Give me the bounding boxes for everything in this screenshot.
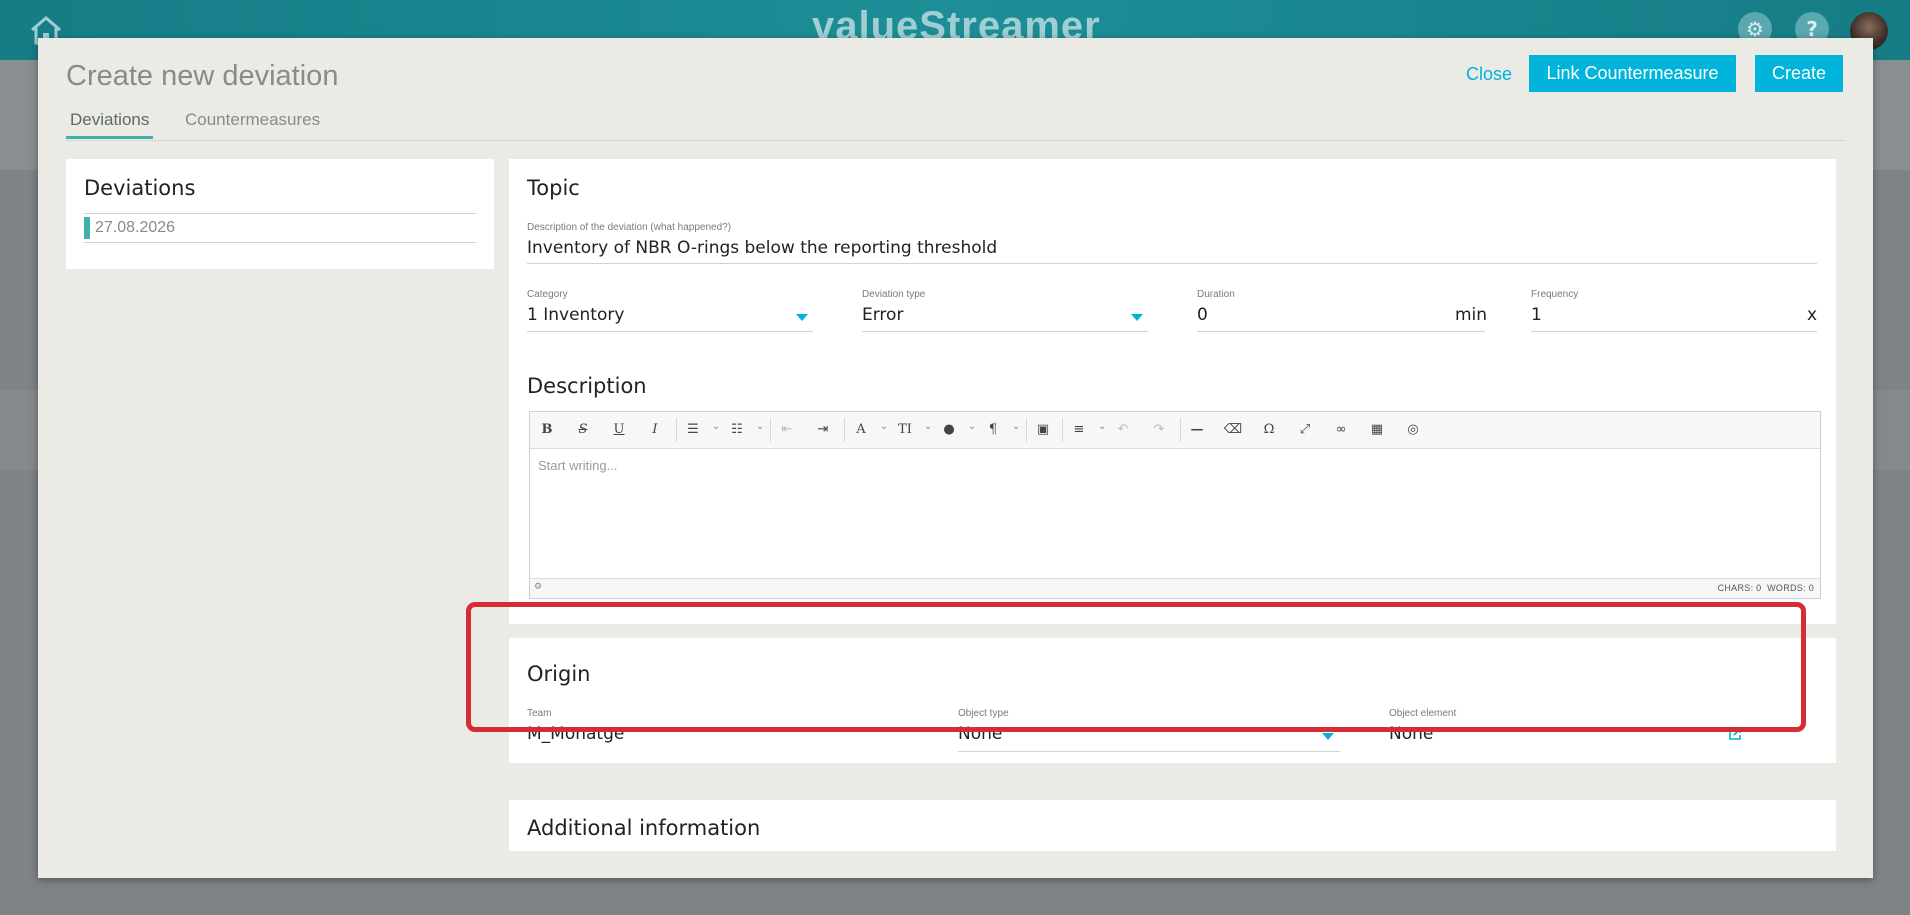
deviation-type-label: Deviation type [862,289,926,300]
chevron-down-icon[interactable]: ⌄ [924,421,932,432]
duration-input[interactable]: 0 [1197,305,1208,325]
create-deviation-dialog: Create new deviation Close Link Counterm… [38,38,1873,878]
italic-icon[interactable]: I [644,421,666,439]
frequency-input[interactable]: 1 [1531,305,1542,325]
tab-countermeasures[interactable]: Countermeasures [181,110,324,136]
toolbar-separator [844,418,845,442]
toolbar-separator [1180,418,1181,442]
input-underline [527,331,813,332]
create-button[interactable]: Create [1755,55,1843,92]
divider [84,213,476,214]
duration-label: Duration [1197,289,1235,300]
category-label: Category [527,289,568,300]
align-icon[interactable]: ≡ [1068,421,1090,439]
rich-text-editor[interactable]: B S U I ☰ ⌄ ☷ ⌄ ⇤ ⇥ A ⌄ TI ⌄ ● ⌄ ¶ ⌄ ▣ ≡… [529,411,1821,599]
editor-placeholder: Start writing... [538,458,618,473]
remove-format-icon[interactable]: ⌫ [1222,421,1244,439]
resize-icon[interactable]: ⚙ [534,582,542,592]
paragraph-icon[interactable]: ¶ [982,421,1004,439]
chevron-down-icon[interactable] [1322,733,1334,740]
bold-icon[interactable]: B [536,421,558,439]
close-button[interactable]: Close [1466,64,1512,85]
deviation-description-input[interactable]: Inventory of NBR O-rings below the repor… [527,238,1817,258]
toolbar-separator [1026,418,1027,442]
list-item[interactable]: 27.08.2026 [84,215,476,241]
fullscreen-icon[interactable]: ⤢ [1294,421,1316,439]
description-field-label: Description of the deviation (what happe… [527,222,732,233]
additional-info-card: Additional information [509,800,1836,851]
outdent-icon[interactable]: ⇤ [776,421,798,439]
topic-card: Topic Description of the deviation (what… [509,159,1836,624]
description-title: Description [527,374,647,398]
special-char-icon[interactable]: Ω [1258,421,1280,439]
divider [84,242,476,243]
font-family-icon[interactable]: A [850,421,872,439]
category-select[interactable]: 1 Inventory [527,305,624,325]
chevron-down-icon[interactable]: ⌄ [880,421,888,432]
image-icon[interactable]: ▣ [1032,421,1054,439]
tab-divider [66,140,1846,141]
chevron-down-icon[interactable]: ⌄ [1098,421,1106,432]
editor-counts: CHARS: 0 WORDS: 0 [1718,583,1814,593]
strikethrough-icon[interactable]: S [572,421,594,439]
chevron-down-icon[interactable] [1131,314,1143,321]
toolbar-separator [676,418,677,442]
font-size-icon[interactable]: TI [894,421,916,439]
input-underline [1531,331,1817,332]
frequency-unit: x [1807,305,1818,325]
dialog-title: Create new deviation [66,60,339,92]
toolbar-separator [1062,418,1063,442]
tab-deviations[interactable]: Deviations [66,110,154,139]
origin-highlight-box [466,602,1806,732]
deviations-list-title: Deviations [84,176,196,200]
chevron-down-icon[interactable]: ⌄ [712,421,720,432]
undo-icon[interactable]: ↶ [1112,421,1134,439]
duration-unit: min [1455,305,1488,325]
input-underline [527,263,1817,264]
char-count: CHARS: 0 [1717,583,1762,593]
frequency-label: Frequency [1531,289,1579,300]
table-icon[interactable]: ▦ [1366,421,1388,439]
source-icon[interactable]: ◎ [1402,421,1424,439]
bulleted-list-icon[interactable]: ☰ [682,421,704,439]
chevron-down-icon[interactable] [796,314,808,321]
font-color-icon[interactable]: ● [938,421,960,439]
list-item-date: 27.08.2026 [95,219,176,236]
selected-indicator [84,217,90,239]
input-underline [1197,331,1485,332]
redo-icon[interactable]: ↷ [1148,421,1170,439]
numbered-list-icon[interactable]: ☷ [726,421,748,439]
horizontal-line-icon[interactable]: — [1186,421,1208,439]
input-underline [958,751,1340,752]
editor-statusbar: ⚙ CHARS: 0 WORDS: 0 [530,578,1820,598]
editor-toolbar: B S U I ☰ ⌄ ☷ ⌄ ⇤ ⇥ A ⌄ TI ⌄ ● ⌄ ¶ ⌄ ▣ ≡… [530,412,1820,449]
link-icon[interactable]: ∞ [1330,421,1352,439]
link-countermeasure-button[interactable]: Link Countermeasure [1529,55,1736,92]
chevron-down-icon[interactable]: ⌄ [1012,421,1020,432]
word-count: WORDS: 0 [1767,583,1814,593]
chevron-down-icon[interactable]: ⌄ [968,421,976,432]
input-underline [862,331,1148,332]
topic-title: Topic [527,176,580,200]
chevron-down-icon[interactable]: ⌄ [756,421,764,432]
toolbar-separator [770,418,771,442]
additional-info-title: Additional information [527,816,761,840]
deviation-type-select[interactable]: Error [862,305,903,325]
indent-icon[interactable]: ⇥ [812,421,834,439]
deviations-list-card: Deviations 27.08.2026 [66,159,494,269]
underline-icon[interactable]: U [608,421,630,439]
